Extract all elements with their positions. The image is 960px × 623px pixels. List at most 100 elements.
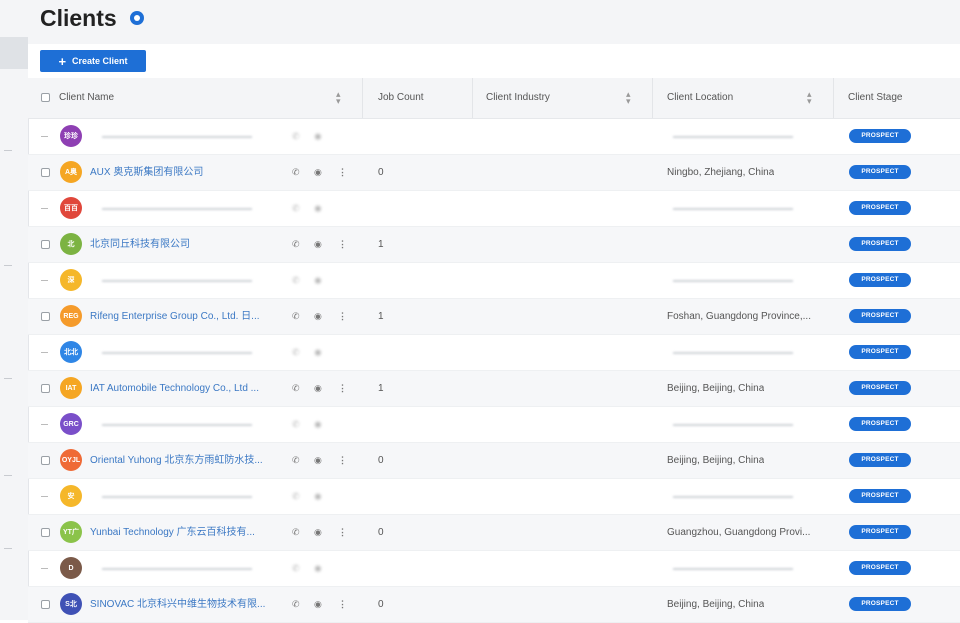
more-vertical-icon[interactable]: ⋮ — [338, 167, 347, 177]
phone-icon[interactable]: ✆ — [292, 491, 300, 501]
table-row[interactable]: GRC ✆ ◉ PROSPECT — [28, 407, 960, 443]
info-circle-icon[interactable] — [130, 11, 144, 25]
redacted-name — [102, 352, 252, 354]
sort-icon[interactable]: ▴ ▾ — [626, 90, 631, 106]
table-row[interactable]: YT广 Yunbai Technology 广东云百科技有... ✆ ◉ ⋮ 0 Guang… — [28, 515, 960, 551]
more-vertical-icon[interactable]: ⋮ — [338, 239, 347, 249]
client-stage-badge: PROSPECT — [849, 525, 911, 539]
sidebar-selected-item[interactable] — [0, 37, 28, 69]
table-row[interactable]: OYJL Oriental Yuhong 北京东方雨虹防水技... ✆ ◉ ⋮ 0 Beij… — [28, 443, 960, 479]
table-row[interactable]: 珍珍 ✆ ◉ PROSPECT — [28, 119, 960, 155]
eye-icon[interactable]: ◉ — [314, 599, 322, 609]
table-row[interactable]: 深 ✆ ◉ PROSPECT — [28, 263, 960, 299]
eye-icon[interactable]: ◉ — [314, 491, 322, 501]
client-avatar: OYJL — [60, 449, 82, 471]
row-checkbox[interactable] — [41, 456, 50, 465]
eye-icon[interactable]: ◉ — [314, 419, 322, 429]
client-name-link[interactable]: SINOVAC 北京科兴中维生物技术有限... — [90, 587, 276, 622]
eye-icon[interactable]: ◉ — [314, 239, 322, 249]
sort-icon[interactable]: ▴ ▾ — [807, 90, 812, 106]
client-name-link[interactable]: AUX 奥克斯集团有限公司 — [90, 155, 276, 190]
sort-icon[interactable]: ▴ ▾ — [336, 90, 341, 106]
client-stage-badge: PROSPECT — [849, 597, 911, 611]
more-vertical-icon[interactable]: ⋮ — [338, 599, 347, 609]
phone-icon[interactable]: ✆ — [292, 383, 300, 393]
row-checkbox[interactable] — [41, 528, 50, 537]
eye-icon[interactable]: ◉ — [314, 275, 322, 285]
row-checkbox[interactable] — [41, 168, 50, 177]
client-stage-badge: PROSPECT — [849, 453, 911, 467]
redacted-location — [673, 280, 793, 282]
row-checkbox[interactable] — [41, 312, 50, 321]
client-avatar: REG — [60, 305, 82, 327]
left-sidebar — [0, 0, 29, 620]
client-name-link[interactable]: Yunbai Technology 广东云百科技有... — [90, 515, 276, 550]
select-all-checkbox[interactable] — [41, 93, 50, 102]
more-vertical-icon[interactable]: ⋮ — [338, 455, 347, 465]
phone-icon[interactable]: ✆ — [292, 419, 300, 429]
column-divider — [472, 78, 473, 118]
phone-icon[interactable]: ✆ — [292, 239, 300, 249]
client-stage-badge: PROSPECT — [849, 165, 911, 179]
eye-icon[interactable]: ◉ — [314, 383, 322, 393]
eye-icon[interactable]: ◉ — [314, 311, 322, 321]
client-avatar: 百百 — [60, 197, 82, 219]
eye-icon[interactable]: ◉ — [314, 527, 322, 537]
table-row[interactable]: 北北京同丘科技有限公司 ✆ ◉ ⋮ 1 PROSPECT — [28, 227, 960, 263]
more-vertical-icon[interactable]: ⋮ — [338, 311, 347, 321]
phone-icon[interactable]: ✆ — [292, 527, 300, 537]
client-location: Guangzhou, Guangdong Provi... — [667, 527, 811, 538]
column-header-job-count[interactable]: Job Count — [378, 78, 424, 118]
redacted-location — [673, 496, 793, 498]
phone-icon[interactable]: ✆ — [292, 203, 300, 213]
job-count: 0 — [378, 527, 384, 538]
create-client-button[interactable]: + Create Client — [40, 50, 146, 72]
client-avatar: 珍珍 — [60, 125, 82, 147]
eye-icon[interactable]: ◉ — [314, 167, 322, 177]
sidebar-divider — [4, 548, 12, 549]
table-row[interactable]: S北 SINOVAC 北京科兴中维生物技术有限... ✆ ◉ ⋮ 0 Beijing, Be… — [28, 587, 960, 623]
phone-icon[interactable]: ✆ — [292, 311, 300, 321]
phone-icon[interactable]: ✆ — [292, 599, 300, 609]
phone-icon[interactable]: ✆ — [292, 455, 300, 465]
table-row[interactable]: 安 ✆ ◉ PROSPECT — [28, 479, 960, 515]
redacted-name — [102, 208, 252, 210]
client-name-link[interactable]: Rifeng Enterprise Group Co., Ltd. 日... — [90, 299, 276, 334]
column-header-client-location[interactable]: Client Location — [667, 78, 733, 118]
more-vertical-icon[interactable]: ⋮ — [338, 527, 347, 537]
phone-icon[interactable]: ✆ — [292, 275, 300, 285]
phone-icon[interactable]: ✆ — [292, 167, 300, 177]
table-row[interactable]: REG Rifeng Enterprise Group Co., Ltd. 日..… — [28, 299, 960, 335]
table-row[interactable]: 北北 ✆ ◉ PROSPECT — [28, 335, 960, 371]
eye-icon[interactable]: ◉ — [314, 455, 322, 465]
more-vertical-icon[interactable]: ⋮ — [338, 383, 347, 393]
eye-icon[interactable]: ◉ — [314, 563, 322, 573]
eye-icon[interactable]: ◉ — [314, 347, 322, 357]
client-avatar: D — [60, 557, 82, 579]
client-name-link[interactable]: IAT Automobile Technology Co., Ltd ... — [90, 371, 276, 406]
client-name-link[interactable]: Oriental Yuhong 北京东方雨虹防水技... — [90, 443, 276, 478]
row-checkbox[interactable] — [41, 240, 50, 249]
phone-icon[interactable]: ✆ — [292, 563, 300, 573]
client-avatar: 深 — [60, 269, 82, 291]
table-row[interactable]: IAT IAT Automobile Technology Co., Ltd ..… — [28, 371, 960, 407]
table-row[interactable]: A奥 AUX 奥克斯集团有限公司 ✆ ◉ ⋮ 0 Ningbo, Zhejiang, Chi… — [28, 155, 960, 191]
client-name-link[interactable]: 北京同丘科技有限公司 — [90, 227, 276, 262]
column-header-client-name[interactable]: Client Name — [59, 78, 114, 118]
table-row[interactable]: 百百 ✆ ◉ PROSPECT — [28, 191, 960, 227]
phone-icon[interactable]: ✆ — [292, 131, 300, 141]
column-header-client-industry[interactable]: Client Industry — [486, 78, 550, 118]
row-checkbox[interactable] — [41, 384, 50, 393]
eye-icon[interactable]: ◉ — [314, 131, 322, 141]
phone-icon[interactable]: ✆ — [292, 347, 300, 357]
column-header-client-stage[interactable]: Client Stage — [848, 78, 902, 118]
sidebar-divider — [4, 150, 12, 151]
toolbar: + Create Client — [28, 44, 960, 78]
eye-icon[interactable]: ◉ — [314, 203, 322, 213]
redacted-name — [102, 568, 252, 570]
row-checkbox[interactable] — [41, 600, 50, 609]
client-stage-badge: PROSPECT — [849, 309, 911, 323]
table-body: 珍珍 ✆ ◉ PROSPECT A奥 AUX 奥克斯集团有限公司 ✆ ◉ ⋮ 0 Ningbo, Z… — [28, 119, 960, 623]
client-location: Foshan, Guangdong Province,... — [667, 311, 811, 322]
table-row[interactable]: D ✆ ◉ PROSPECT — [28, 551, 960, 587]
